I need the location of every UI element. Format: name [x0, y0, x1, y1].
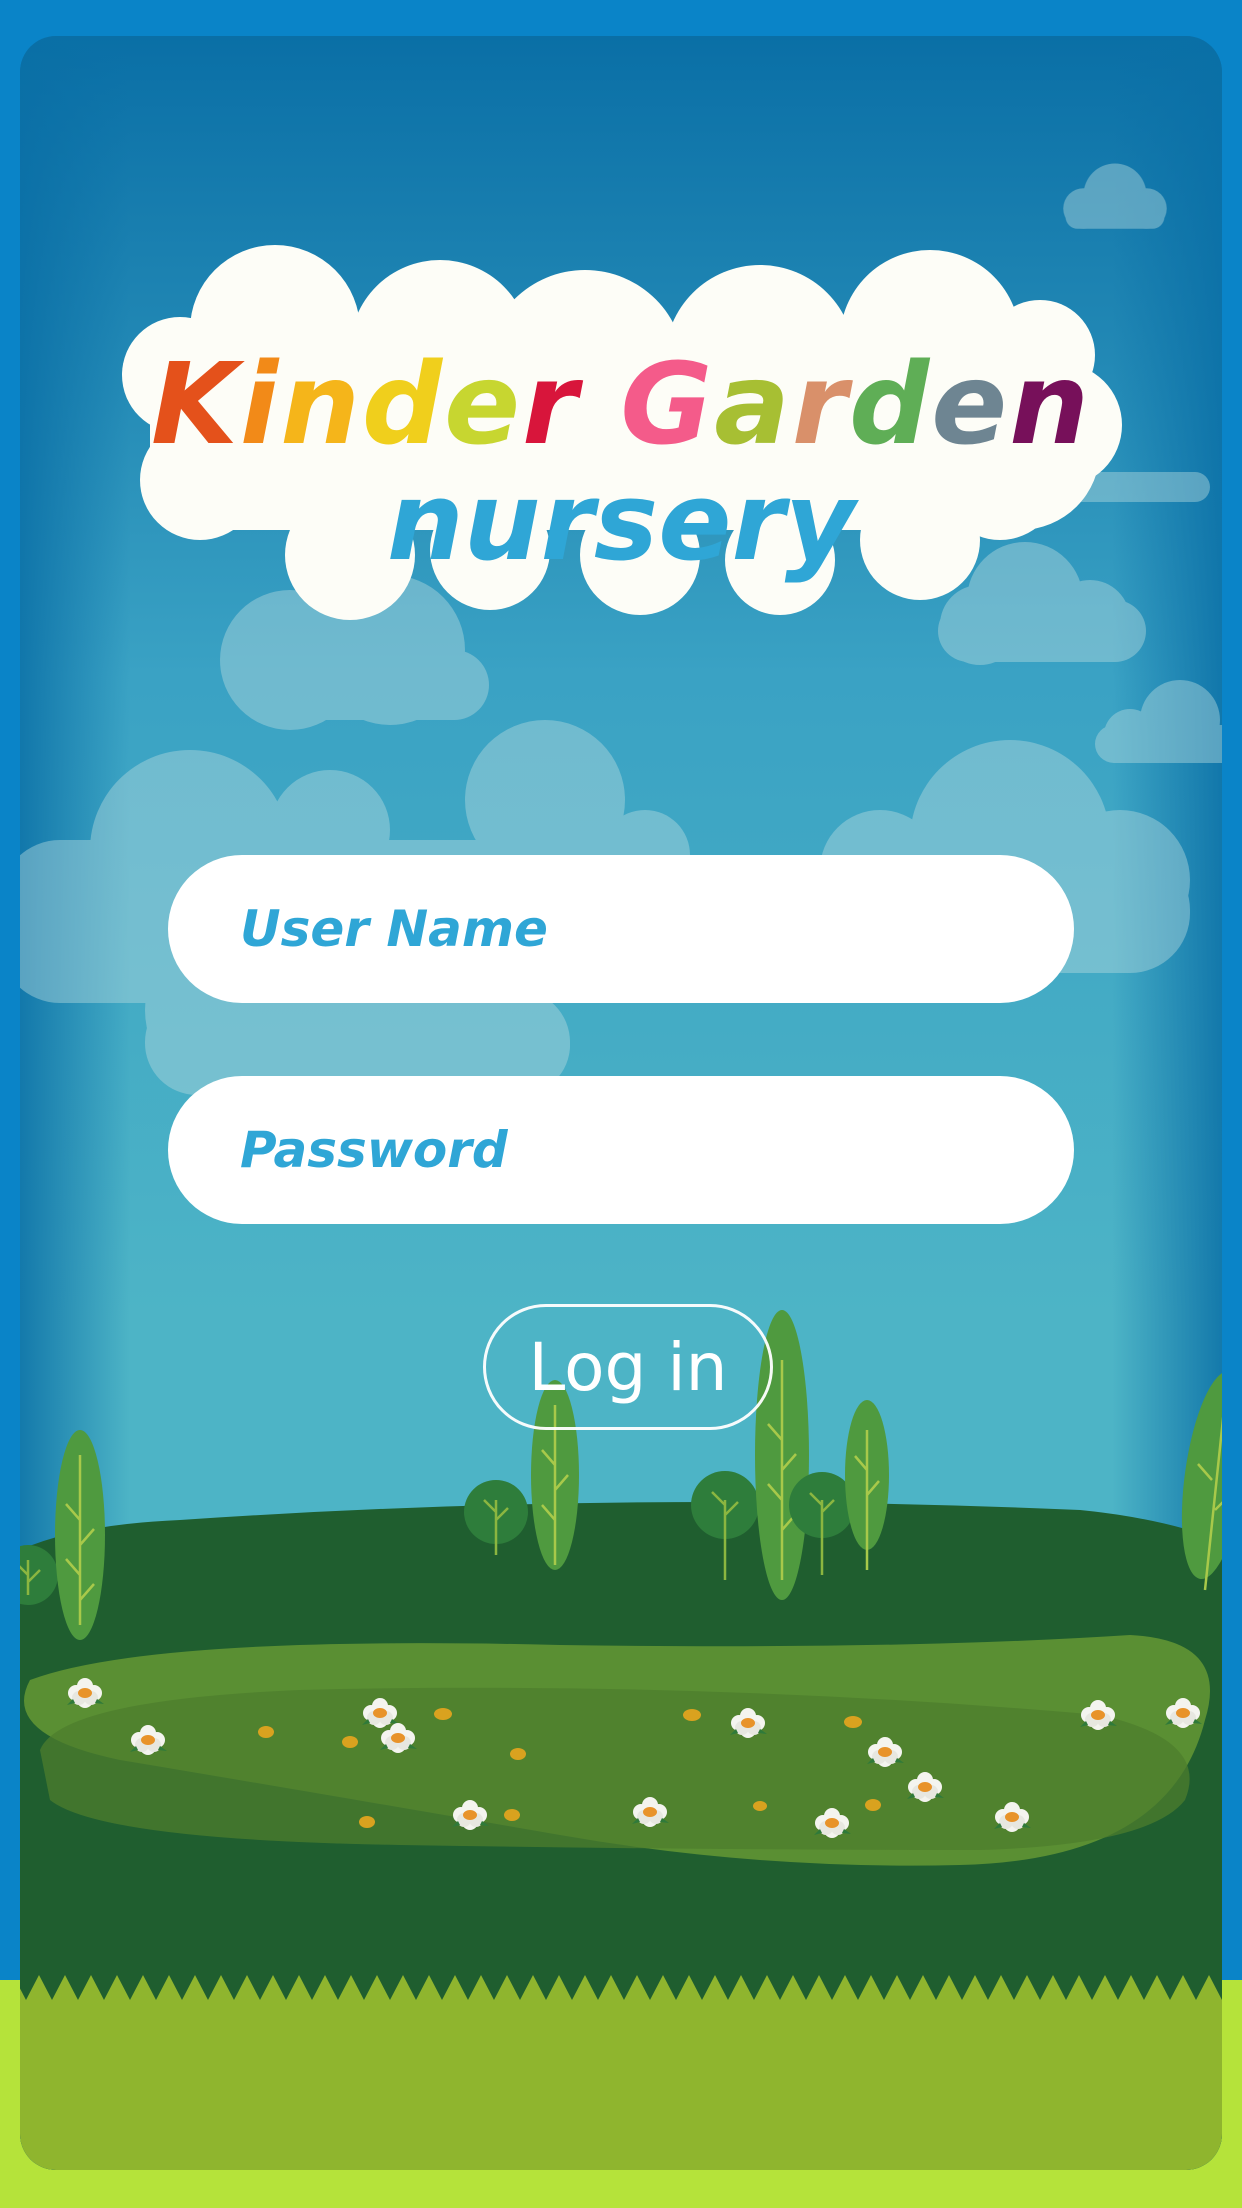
logo-letter: r	[791, 340, 850, 470]
password-input[interactable]	[168, 1076, 1074, 1224]
logo-letter: d	[361, 340, 445, 470]
login-button[interactable]: Log in	[483, 1304, 773, 1430]
logo-subtitle: nursery	[386, 460, 856, 585]
logo-letter: e	[931, 340, 1010, 470]
logo-title-line: Kinder Garden	[0, 340, 1242, 470]
logo-letter: a	[714, 340, 792, 470]
logo-letter: e	[444, 340, 523, 470]
logo-letter: G	[620, 340, 715, 470]
username-input[interactable]	[168, 855, 1074, 1003]
logo-letter: n	[280, 340, 362, 470]
logo-letter: r	[522, 340, 580, 470]
logo-letter: K	[151, 340, 240, 470]
logo-letter: d	[849, 340, 932, 470]
logo-letter: i	[239, 340, 281, 470]
logo-letter	[579, 340, 620, 470]
logo-letter: n	[1009, 340, 1091, 470]
